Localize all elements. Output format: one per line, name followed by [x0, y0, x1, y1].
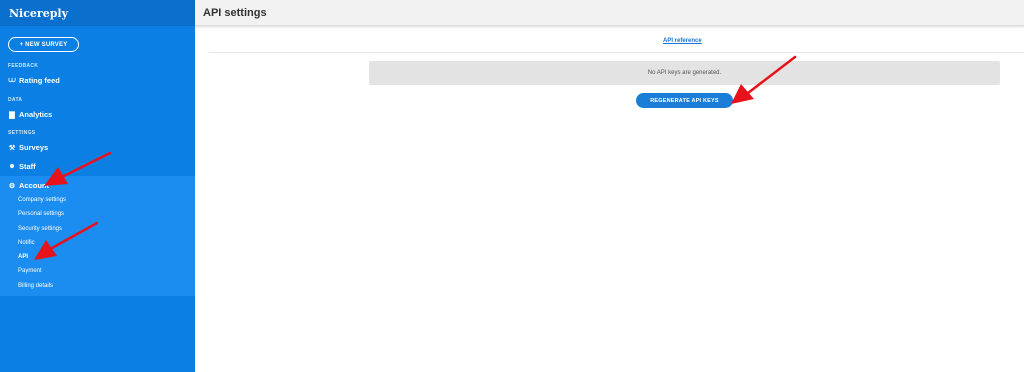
section-label-data: DATA: [8, 97, 23, 103]
new-survey-button[interactable]: + NEW SURVEY: [8, 37, 79, 52]
wrench-icon: ⚒: [8, 144, 16, 152]
section-label-settings: SETTINGS: [8, 130, 36, 136]
sidebar-subitem-notifications[interactable]: Notific: [18, 240, 35, 246]
page-header: API settings: [195, 0, 1024, 26]
sidebar-item-account[interactable]: ⚙ Account: [8, 181, 49, 190]
account-section: [0, 176, 195, 296]
sidebar-item-label: Analytics: [19, 110, 53, 119]
gears-icon: ⚙: [8, 182, 16, 190]
users-icon: ☻: [8, 163, 16, 170]
sidebar-subitem-personal-settings[interactable]: Personal settings: [18, 211, 64, 217]
chart-icon: ▇: [9, 111, 15, 119]
sidebar-subitem-security-settings[interactable]: Security settings: [18, 226, 62, 232]
sidebar-item-analytics[interactable]: ▇ Analytics: [8, 110, 52, 119]
sidebar-subitem-billing-details[interactable]: Billing details: [18, 283, 53, 289]
sidebar: Nicereply + NEW SURVEY FEEDBACK ⩊ Rating…: [0, 0, 195, 372]
sidebar-subitem-company-settings[interactable]: Company settings: [18, 197, 66, 203]
sidebar-subitem-api[interactable]: API: [18, 254, 28, 260]
api-reference-link[interactable]: API reference: [663, 38, 702, 44]
sidebar-item-label: Staff: [19, 162, 36, 171]
sidebar-item-label: Surveys: [19, 143, 49, 152]
sidebar-item-label: Account: [19, 181, 49, 190]
section-label-feedback: FEEDBACK: [8, 63, 39, 69]
regenerate-api-keys-button[interactable]: REGENERATE API KEYS: [636, 93, 733, 108]
page-title: API settings: [203, 7, 267, 19]
sidebar-item-label: Rating feed: [19, 76, 60, 85]
divider: [209, 52, 1024, 53]
sidebar-item-surveys[interactable]: ⚒ Surveys: [8, 143, 48, 152]
no-api-keys-notice: No API keys are generated.: [369, 61, 1000, 85]
brand-logo[interactable]: Nicereply: [0, 0, 195, 26]
rss-icon: ⩊: [8, 76, 16, 84]
sidebar-item-rating-feed[interactable]: ⩊ Rating feed: [8, 76, 60, 85]
sidebar-subitem-payment[interactable]: Payment: [18, 268, 42, 274]
sidebar-item-staff[interactable]: ☻ Staff: [8, 162, 36, 171]
